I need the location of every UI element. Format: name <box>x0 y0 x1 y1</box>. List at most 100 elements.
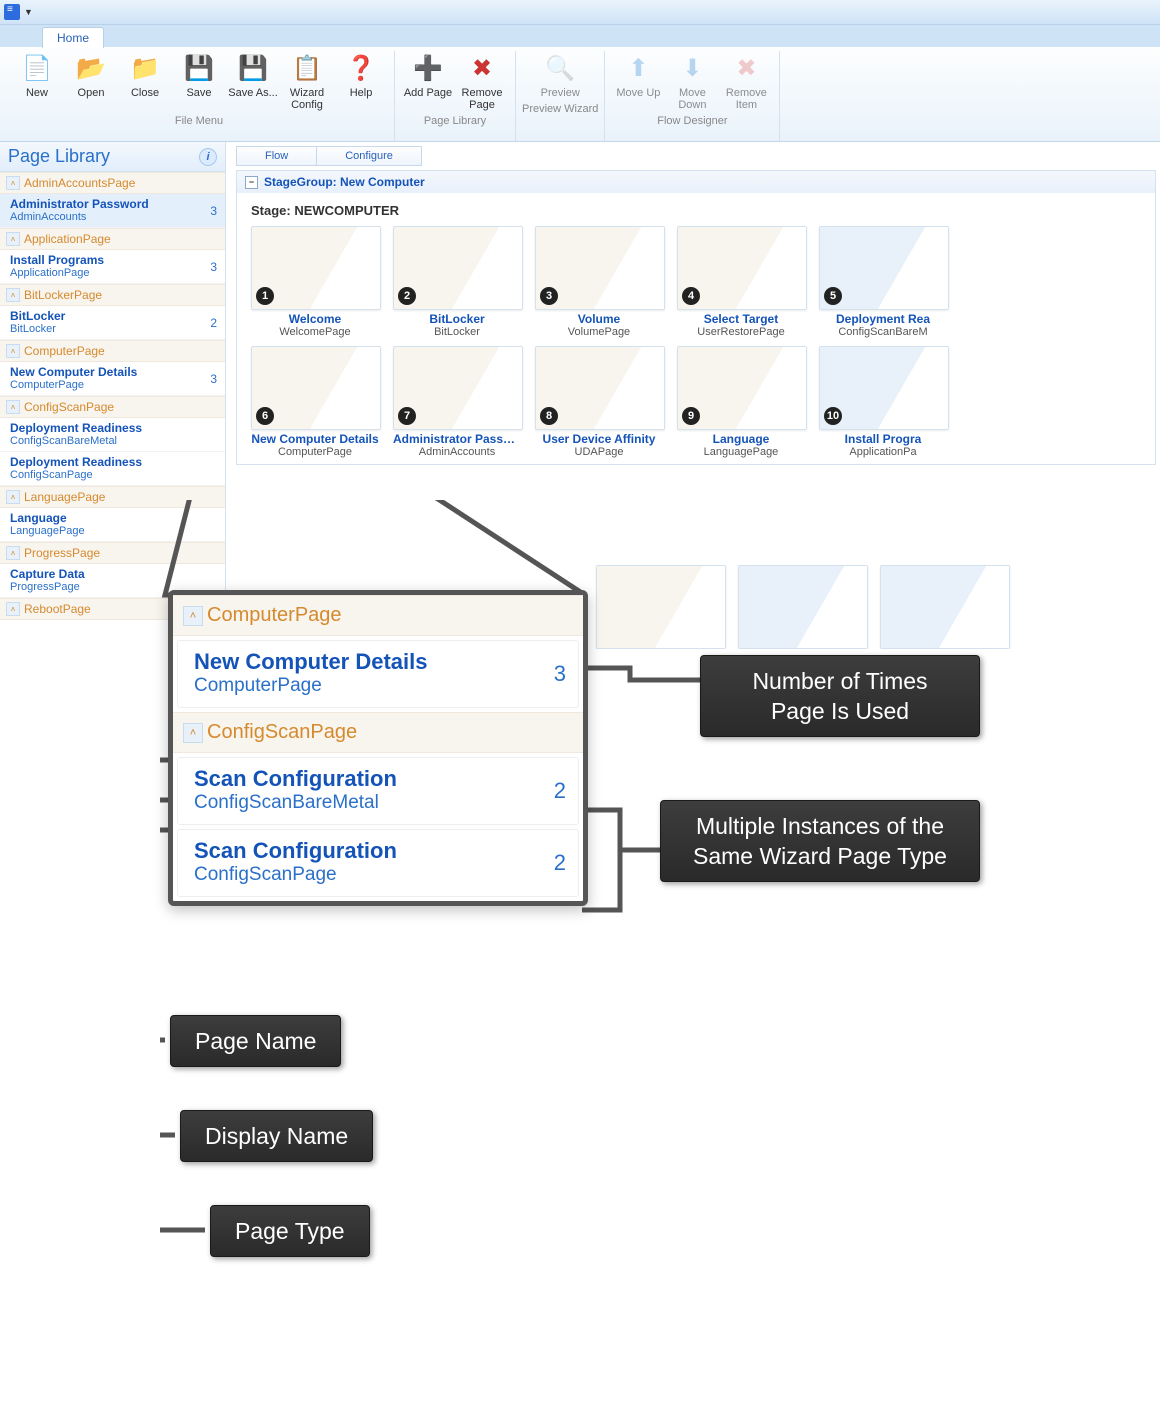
new-button[interactable]: New <box>10 51 64 101</box>
button-label: Open <box>78 87 105 99</box>
wizard-config-button[interactable]: Wizard Config <box>280 51 334 113</box>
library-group-header[interactable]: ˄BitLockerPage <box>0 284 225 306</box>
page-thumbnail-card[interactable]: 2BitLockerBitLocker <box>393 226 521 338</box>
library-group-header[interactable]: ˄ConfigScanPage <box>0 396 225 418</box>
page-item-title: Language <box>10 511 219 525</box>
library-page-item[interactable]: Administrator PasswordAdminAccounts3 <box>0 194 225 228</box>
thumbnail-title: New Computer Details <box>251 432 379 446</box>
page-thumbnail[interactable] <box>596 565 726 649</box>
library-group-header[interactable]: ˄ComputerPage <box>0 340 225 362</box>
quick-access-dropdown-icon[interactable]: ▼ <box>24 7 33 17</box>
thumbnail-number-badge: 2 <box>398 287 416 305</box>
thumbnail-subtitle: ApplicationPa <box>819 446 947 458</box>
add-page-button[interactable]: Add Page <box>401 51 455 101</box>
open-button[interactable]: Open <box>64 51 118 101</box>
chevron-up-icon: ˄ <box>6 400 20 414</box>
page-thumbnail[interactable] <box>880 565 1010 649</box>
page-thumbnail-card[interactable]: 5Deployment ReaConfigScanBareM <box>819 226 947 338</box>
thumbnail-subtitle: BitLocker <box>393 326 521 338</box>
library-page-item[interactable]: BitLockerBitLocker2 <box>0 306 225 340</box>
info-icon[interactable]: i <box>199 148 217 166</box>
page-item-title: Capture Data <box>10 567 219 581</box>
page-thumbnail-preview: 2 <box>393 226 523 310</box>
library-group-header[interactable]: ˄ApplicationPage <box>0 228 225 250</box>
tab-home[interactable]: Home <box>42 27 104 48</box>
library-page-item[interactable]: Scan ConfigurationConfigScanBareMetal2 <box>177 757 579 825</box>
library-group-name: ComputerPage <box>24 344 105 358</box>
page-thumbnail-preview: 4 <box>677 226 807 310</box>
library-group-header[interactable]: ˄ConfigScanPage <box>173 712 583 753</box>
save-as--button[interactable]: Save As... <box>226 51 280 101</box>
library-page-item[interactable]: Install ProgramsApplicationPage3 <box>0 250 225 284</box>
page-item-subtitle: BitLocker <box>10 323 219 335</box>
help-icon <box>345 53 377 85</box>
thumbnail-number-badge: 4 <box>682 287 700 305</box>
ribbon-tab-strip: Home <box>0 25 1160 47</box>
thumbnail-number-badge: 10 <box>824 407 842 425</box>
button-label: Remove Page <box>457 87 507 111</box>
library-group-header[interactable]: ˄LanguagePage <box>0 486 225 508</box>
library-page-item[interactable]: Scan ConfigurationConfigScanPage2 <box>177 829 579 897</box>
app-menu-icon[interactable] <box>4 4 20 20</box>
library-group-header[interactable]: ˄AdminAccountsPage <box>0 172 225 194</box>
page-thumbnail-card[interactable]: 6New Computer DetailsComputerPage <box>251 346 379 458</box>
page-thumbnail-card[interactable]: 10Install PrograApplicationPa <box>819 346 947 458</box>
subtab-configure[interactable]: Configure <box>316 146 422 166</box>
page-thumbnail-card[interactable]: 7Administrator Passw...AdminAccounts <box>393 346 521 458</box>
library-page-item[interactable]: Deployment ReadinessConfigScanBareMetal <box>0 418 225 452</box>
library-group-name: BitLockerPage <box>24 288 102 302</box>
button-label: Save <box>186 87 211 99</box>
designer-subtabs: FlowConfigure <box>236 146 1160 166</box>
page-item-subtitle: ConfigScanPage <box>194 864 566 886</box>
page-item-subtitle: ConfigScanPage <box>10 469 219 481</box>
thumbnail-title: Deployment Rea <box>819 312 947 326</box>
wizard-icon <box>291 53 323 85</box>
down-icon <box>676 53 708 85</box>
remove-page-button[interactable]: Remove Page <box>455 51 509 113</box>
library-page-item[interactable]: Deployment ReadinessConfigScanPage <box>0 452 225 486</box>
close-button[interactable]: Close <box>118 51 172 101</box>
page-thumbnail[interactable] <box>738 565 868 649</box>
page-thumbnail-card[interactable]: 8User Device AffinityUDAPage <box>535 346 663 458</box>
page-item-title: New Computer Details <box>194 649 566 675</box>
stage-group: − StageGroup: New Computer Stage: NEWCOM… <box>236 170 1156 465</box>
button-label: Help <box>350 87 373 99</box>
page-item-title: Administrator Password <box>10 197 219 211</box>
page-item-subtitle: ConfigScanBareMetal <box>194 792 566 814</box>
thumbnail-row: 6New Computer DetailsComputerPage7Admini… <box>251 346 1141 458</box>
page-thumbnail-card[interactable]: 3VolumeVolumePage <box>535 226 663 338</box>
page-thumbnail-preview: 10 <box>819 346 949 430</box>
page-usage-count: 3 <box>554 661 566 687</box>
save-button[interactable]: Save <box>172 51 226 101</box>
library-group-name: LanguagePage <box>24 490 105 504</box>
chevron-up-icon: ˄ <box>183 723 203 743</box>
library-page-item[interactable]: New Computer DetailsComputerPage3 <box>0 362 225 396</box>
page-usage-count: 3 <box>210 204 217 218</box>
page-item-title: Install Programs <box>10 253 219 267</box>
page-item-title: Scan Configuration <box>194 766 566 792</box>
callout-display-name: Display Name <box>180 1110 373 1162</box>
collapse-toggle-icon[interactable]: − <box>245 176 258 189</box>
page-thumbnail-preview: 6 <box>251 346 381 430</box>
help-button[interactable]: Help <box>334 51 388 101</box>
page-item-subtitle: ComputerPage <box>194 675 566 697</box>
library-group-header[interactable]: ˄ProgressPage <box>0 542 225 564</box>
thumbnail-title: Welcome <box>251 312 379 326</box>
library-page-item[interactable]: LanguageLanguagePage <box>0 508 225 542</box>
thumbnail-subtitle: ConfigScanBareM <box>819 326 947 338</box>
page-thumbnail-card[interactable]: 1WelcomeWelcomePage <box>251 226 379 338</box>
thumbnail-number-badge: 9 <box>682 407 700 425</box>
subtab-flow[interactable]: Flow <box>236 146 317 166</box>
library-group-name: ConfigScanPage <box>207 721 357 744</box>
library-group-header[interactable]: ˄RebootPage <box>0 598 225 620</box>
library-page-item[interactable]: New Computer DetailsComputerPage3 <box>177 640 579 708</box>
saveas-icon <box>237 53 269 85</box>
save-icon <box>183 53 215 85</box>
library-group-name: ProgressPage <box>24 546 100 560</box>
chevron-up-icon: ˄ <box>6 602 20 616</box>
page-thumbnail-card[interactable]: 9LanguageLanguagePage <box>677 346 805 458</box>
library-page-item[interactable]: Capture DataProgressPage <box>0 564 225 598</box>
page-usage-count: 3 <box>210 260 217 274</box>
page-thumbnail-card[interactable]: 4Select TargetUserRestorePage <box>677 226 805 338</box>
thumbnail-subtitle: UserRestorePage <box>677 326 805 338</box>
